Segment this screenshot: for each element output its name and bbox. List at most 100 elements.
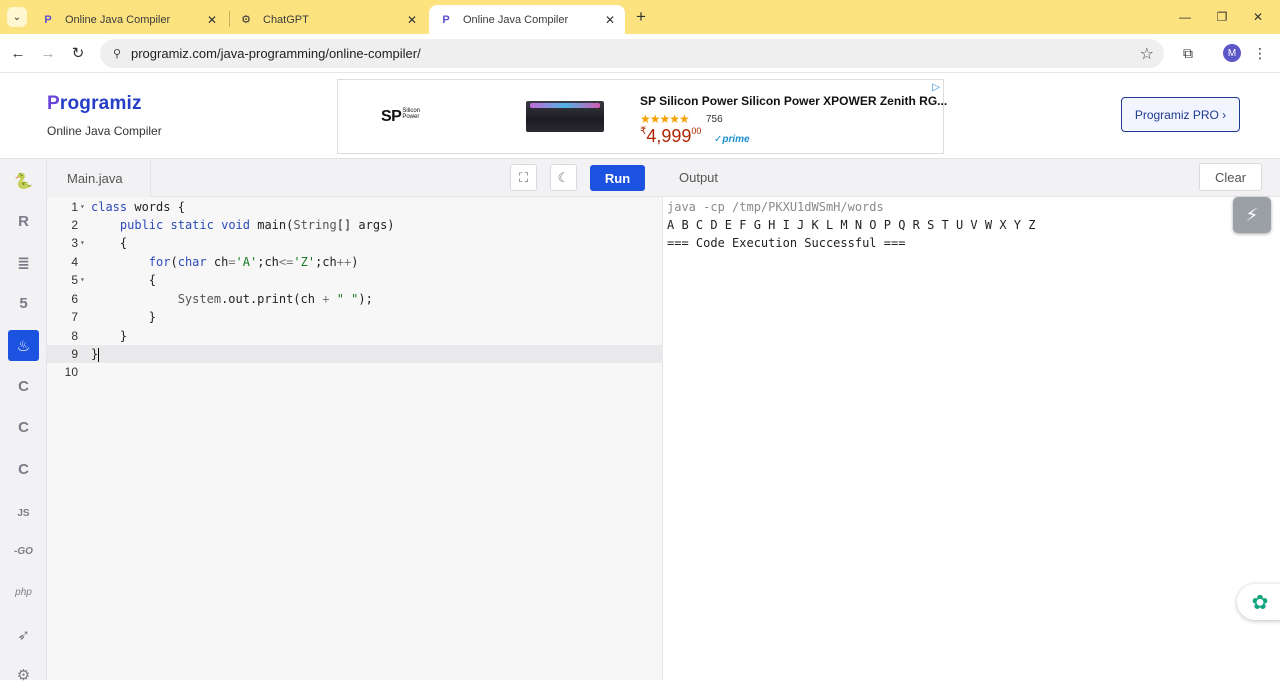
- code-line[interactable]: 2 public static void main(String[] args): [47, 216, 663, 234]
- site-settings-icon[interactable]: ⚲: [110, 46, 124, 60]
- rust-icon[interactable]: ⚙: [8, 659, 39, 690]
- code-line[interactable]: 6 System.out.print(ch + " ");: [47, 290, 663, 308]
- browser-tab-bar: ⌄ P Online Java Compiler ✕ ⚙ ChatGPT ✕ P…: [0, 0, 1280, 34]
- programiz-pro-button[interactable]: Programiz PRO ›: [1121, 97, 1240, 132]
- ad-product-title: SP Silicon Power Silicon Power XPOWER Ze…: [640, 94, 948, 108]
- java-icon[interactable]: ♨: [8, 330, 39, 361]
- sql-database-icon[interactable]: ≣: [8, 247, 39, 278]
- tab-online-java-compiler-active[interactable]: P Online Java Compiler ✕: [429, 5, 625, 34]
- close-window-icon[interactable]: ✕: [1246, 6, 1270, 28]
- line-number: 4: [71, 255, 78, 269]
- close-tab-icon[interactable]: ✕: [203, 11, 221, 29]
- tab-title: Online Java Compiler: [463, 13, 569, 26]
- cpp-language-icon[interactable]: C: [8, 412, 39, 443]
- tab-title: Online Java Compiler: [65, 13, 171, 26]
- text-cursor: [98, 347, 100, 362]
- line-number: 7: [71, 310, 78, 324]
- go-language-icon[interactable]: -GO: [8, 536, 39, 567]
- advertisement-banner[interactable]: SPSilicon Power SP Silicon Power Silicon …: [337, 79, 948, 154]
- programiz-icon: P: [44, 13, 52, 26]
- r-language-icon[interactable]: R: [8, 206, 39, 237]
- ad-rating-stars: ★★★★★: [640, 112, 690, 126]
- javascript-icon[interactable]: JS: [8, 498, 39, 529]
- code-line[interactable]: 10: [47, 363, 663, 381]
- browser-menu-kebab-icon[interactable]: ⋮: [1253, 43, 1267, 63]
- close-tab-icon[interactable]: ✕: [403, 11, 421, 29]
- logo-p-mark: P: [47, 93, 60, 114]
- line-number: 1: [71, 200, 78, 214]
- swift-icon[interactable]: ➶: [8, 619, 39, 650]
- csharp-language-icon[interactable]: C: [8, 454, 39, 485]
- extensions-puzzle-icon[interactable]: ⧉: [1178, 43, 1198, 63]
- html5-icon[interactable]: 5: [8, 288, 39, 319]
- ad-price: ₹4,99900: [640, 126, 702, 146]
- line-number: 5: [71, 273, 78, 287]
- c-language-icon[interactable]: C: [8, 371, 39, 402]
- site-header: Programiz Online Java Compiler SPSilicon…: [0, 73, 1280, 159]
- ad-prime-badge: ✓prime: [714, 134, 750, 145]
- line-number: 9: [71, 347, 78, 361]
- close-tab-icon[interactable]: ✕: [601, 11, 619, 29]
- fold-arrow-icon[interactable]: ▾: [80, 234, 85, 252]
- php-icon[interactable]: php: [8, 577, 39, 608]
- back-arrow-icon[interactable]: ←: [8, 43, 28, 63]
- line-number: 8: [71, 329, 78, 343]
- code-text[interactable]: System.out.print(ch + " ");: [91, 290, 373, 308]
- code-line[interactable]: 5 ▾ {: [47, 271, 663, 289]
- python-icon[interactable]: 🐍: [8, 165, 39, 196]
- run-button[interactable]: Run: [590, 165, 645, 191]
- code-text[interactable]: public static void main(String[] args): [91, 216, 395, 234]
- code-line[interactable]: 3 ▾ {: [47, 234, 663, 252]
- output-command-line: java -cp /tmp/PKXU1dWSmH/words: [667, 200, 884, 214]
- line-number: 3: [71, 236, 78, 250]
- tab-chatgpt[interactable]: ⚙ ChatGPT ✕: [229, 5, 427, 34]
- chatgpt-icon: ⚙: [241, 14, 251, 26]
- code-text[interactable]: class words {: [91, 198, 185, 216]
- output-console[interactable]: java -cp /tmp/PKXU1dWSmH/words A B C D E…: [663, 197, 1280, 680]
- tab-online-java-compiler-1[interactable]: P Online Java Compiler ✕: [31, 5, 227, 34]
- fullscreen-icon[interactable]: ⛶: [510, 164, 537, 191]
- clear-button[interactable]: Clear: [1199, 163, 1262, 191]
- reload-icon[interactable]: ↻: [68, 43, 88, 63]
- programiz-logo[interactable]: Programiz: [47, 93, 142, 115]
- tab-title: ChatGPT: [263, 13, 309, 26]
- code-line[interactable]: 8 }: [47, 327, 663, 345]
- ai-assistant-icon[interactable]: ✿: [1237, 584, 1280, 620]
- new-tab-plus-icon[interactable]: +: [631, 7, 651, 27]
- code-editor[interactable]: 1 ▾ class words { 2 public static void m…: [47, 197, 663, 680]
- file-tab-main-java[interactable]: Main.java: [47, 159, 151, 197]
- code-text[interactable]: }: [91, 327, 127, 345]
- code-text[interactable]: {: [91, 271, 156, 289]
- code-line[interactable]: 4 for(char ch='A';ch<='Z';ch++): [47, 253, 663, 271]
- profile-avatar[interactable]: M: [1223, 44, 1241, 62]
- tab-search-icon[interactable]: ⌄: [7, 7, 27, 27]
- browser-toolbar: ← → ↻ ⚲ programiz.com/java-programming/o…: [0, 34, 1280, 73]
- floating-tool-icon[interactable]: ⚡: [1233, 197, 1271, 233]
- dark-mode-moon-icon[interactable]: ☾: [550, 164, 577, 191]
- ad-rating-count: 756: [706, 114, 723, 125]
- page-subtitle: Online Java Compiler: [47, 124, 162, 138]
- line-number: 6: [71, 292, 78, 306]
- bookmark-star-icon[interactable]: ☆: [1140, 44, 1154, 64]
- ad-product-image: [526, 101, 604, 132]
- forward-arrow-icon[interactable]: →: [38, 43, 58, 63]
- code-line[interactable]: 1 ▾ class words {: [47, 198, 663, 216]
- fold-arrow-icon[interactable]: ▾: [80, 271, 85, 289]
- output-result-line: A B C D E F G H I J K L M N O P Q R S T …: [667, 218, 1036, 232]
- code-text[interactable]: {: [91, 234, 127, 252]
- address-bar[interactable]: ⚲ programiz.com/java-programming/online-…: [100, 39, 1164, 68]
- code-text[interactable]: for(char ch='A';ch<='Z';ch++): [91, 253, 359, 271]
- minimize-icon[interactable]: —: [1173, 6, 1197, 28]
- code-line[interactable]: 7 }: [47, 308, 663, 326]
- code-line-active[interactable]: 9 }: [47, 345, 663, 363]
- restore-window-icon[interactable]: ❐: [1210, 6, 1234, 28]
- url-text[interactable]: programiz.com/java-programming/online-co…: [131, 46, 421, 61]
- code-text[interactable]: }: [91, 308, 156, 326]
- fold-arrow-icon[interactable]: ▾: [80, 198, 85, 216]
- line-number: 10: [64, 365, 78, 379]
- output-toolbar: Output Clear: [663, 159, 1280, 197]
- logo-text: rogramiz: [59, 93, 142, 114]
- language-sidebar: 🐍 R ≣ 5 ♨ C C C JS -GO php ➶ ⚙: [0, 159, 47, 684]
- adchoices-icon[interactable]: ▷: [932, 82, 940, 93]
- code-text[interactable]: }: [91, 345, 100, 363]
